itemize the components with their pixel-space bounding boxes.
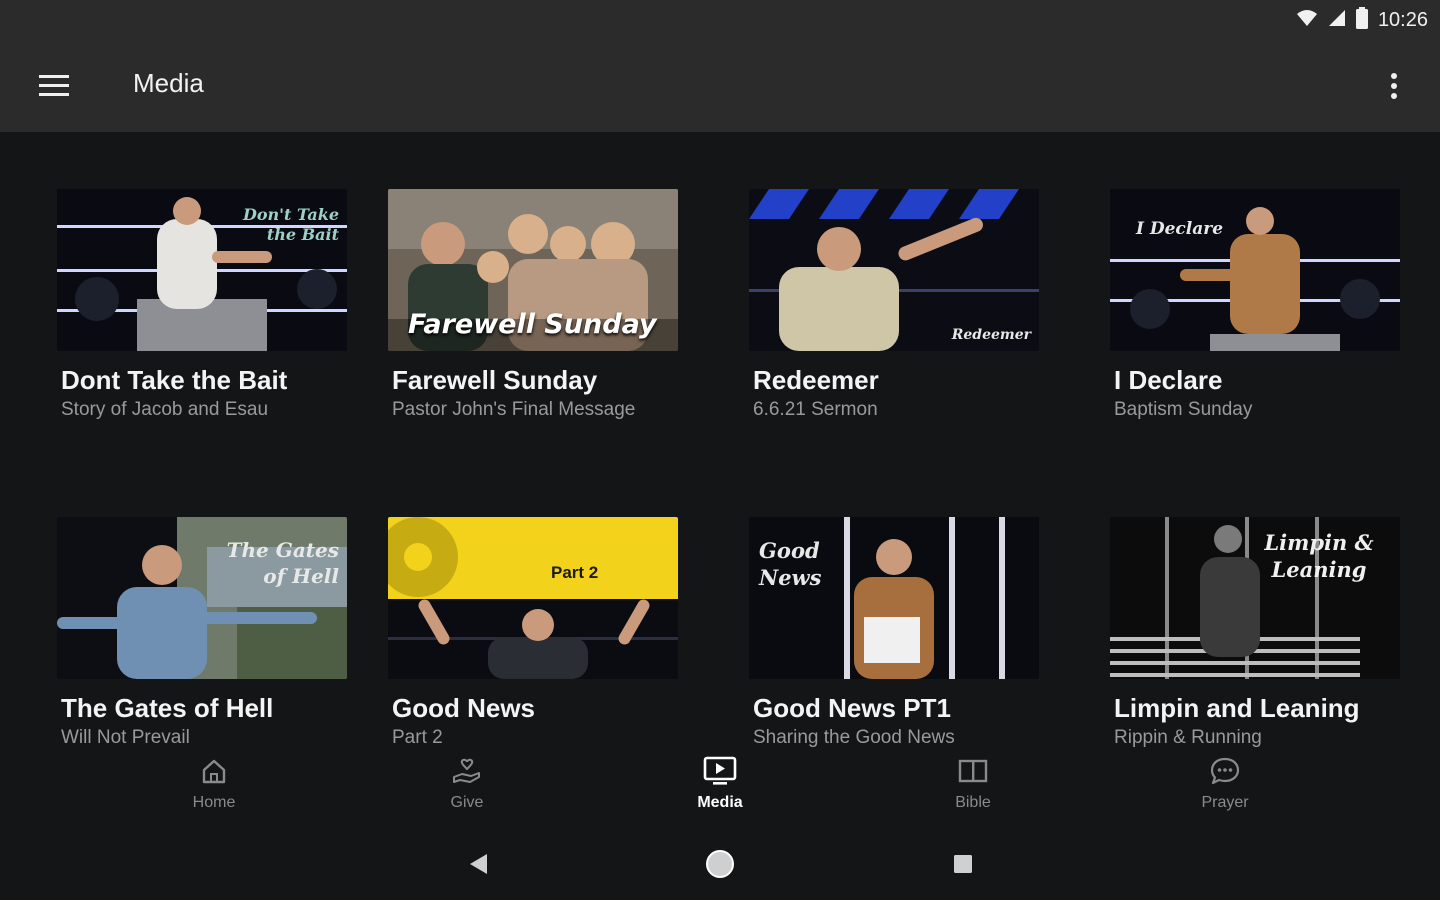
media-subtitle: Sharing the Good News [753, 727, 955, 748]
recents-button[interactable] [943, 846, 983, 882]
media-title: Dont Take the Bait [61, 365, 288, 395]
thumbnail-caption: Limpin & Leaning [1264, 530, 1374, 582]
media-title: Redeemer [753, 365, 879, 395]
media-card[interactable]: Good News Good News PT1 Sharing the Good… [749, 517, 1039, 748]
thumbnail-caption: Redeemer [951, 327, 1031, 343]
recents-square-icon [954, 855, 972, 873]
media-thumbnail[interactable]: I Declare [1110, 189, 1400, 351]
media-subtitle: 6.6.21 Sermon [753, 399, 878, 420]
media-title: Farewell Sunday [392, 365, 598, 395]
home-system-button[interactable] [700, 846, 740, 882]
media-thumbnail[interactable]: Redeemer [749, 189, 1039, 351]
nav-item-prayer[interactable]: Prayer [1165, 754, 1285, 824]
nav-item-media[interactable]: Media [660, 754, 780, 824]
media-subtitle: Pastor John's Final Message [392, 399, 636, 420]
status-time: 10:26 [1377, 8, 1428, 31]
menu-button[interactable] [24, 60, 84, 112]
media-thumbnail[interactable]: Don't Take the Bait [57, 189, 347, 351]
media-card[interactable]: I Declare I Declare Baptism Sunday [1110, 189, 1400, 439]
media-title: Good News PT1 [753, 693, 951, 723]
system-navigation-bar [0, 828, 1440, 900]
nav-item-home[interactable]: Home [154, 754, 274, 824]
nav-label: Prayer [1201, 794, 1249, 811]
bottom-navigation: Home Give Media Bible Prayer [0, 748, 1440, 828]
media-card[interactable]: Farewell Sunday Farewell Sunday Pastor J… [388, 189, 678, 439]
media-card[interactable]: Don't Take the Bait Dont Take the Bait S… [57, 189, 347, 439]
media-subtitle: Part 2 [392, 727, 443, 748]
overflow-menu-button[interactable] [1372, 60, 1416, 112]
prayer-icon [1208, 754, 1242, 788]
thumbnail-caption: Don't Take the Bait [242, 205, 339, 244]
media-grid: Don't Take the Bait Dont Take the Bait S… [0, 132, 1440, 748]
nav-label: Give [450, 794, 484, 811]
wifi-icon [1296, 9, 1318, 32]
app-bar: Media [0, 40, 1440, 132]
media-thumbnail[interactable]: Farewell Sunday [388, 189, 678, 351]
give-icon [450, 754, 484, 788]
page-title: Media [133, 68, 204, 98]
media-card[interactable]: The Gates of Hell The Gates of Hell Will… [57, 517, 347, 748]
media-subtitle: Rippin & Running [1114, 727, 1262, 748]
nav-label: Home [192, 794, 236, 811]
bible-icon [956, 754, 990, 788]
nav-item-bible[interactable]: Bible [913, 754, 1033, 824]
nav-label: Media [697, 794, 743, 811]
media-subtitle: Baptism Sunday [1114, 399, 1253, 420]
home-icon [197, 754, 231, 788]
thumbnail-caption: Farewell Sunday [408, 309, 657, 340]
status-bar: 10:26 [0, 0, 1440, 40]
media-icon [703, 754, 737, 788]
nav-label: Bible [955, 794, 991, 811]
thumbnail-caption: Part 2 [551, 563, 599, 582]
thumbnail-caption: The Gates of Hell [226, 538, 339, 588]
battery-icon [1355, 6, 1368, 34]
more-vert-icon [1391, 73, 1397, 99]
thumbnail-caption: I Declare [1136, 219, 1224, 239]
home-circle-icon [706, 850, 734, 878]
back-icon [470, 854, 487, 874]
media-card[interactable]: Redeemer Redeemer 6.6.21 Sermon [749, 189, 1039, 439]
back-button[interactable] [458, 846, 498, 882]
hamburger-icon [39, 75, 69, 96]
signal-icon [1328, 9, 1346, 32]
nav-item-give[interactable]: Give [407, 754, 527, 824]
media-thumbnail[interactable]: Part 2 [388, 517, 678, 679]
media-title: Limpin and Leaning [1114, 693, 1360, 723]
media-title: I Declare [1114, 365, 1223, 395]
media-thumbnail[interactable]: Limpin & Leaning [1110, 517, 1400, 679]
media-title: The Gates of Hell [61, 693, 274, 723]
media-card[interactable]: Limpin & Leaning Limpin and Leaning Ripp… [1110, 517, 1400, 748]
media-title: Good News [392, 693, 536, 723]
media-card[interactable]: Part 2 Good News Part 2 [388, 517, 678, 748]
media-thumbnail[interactable]: Good News [749, 517, 1039, 679]
media-subtitle: Will Not Prevail [61, 727, 190, 748]
media-subtitle: Story of Jacob and Esau [61, 399, 269, 420]
thumbnail-caption: Good News [759, 538, 822, 590]
media-thumbnail[interactable]: The Gates of Hell [57, 517, 347, 679]
